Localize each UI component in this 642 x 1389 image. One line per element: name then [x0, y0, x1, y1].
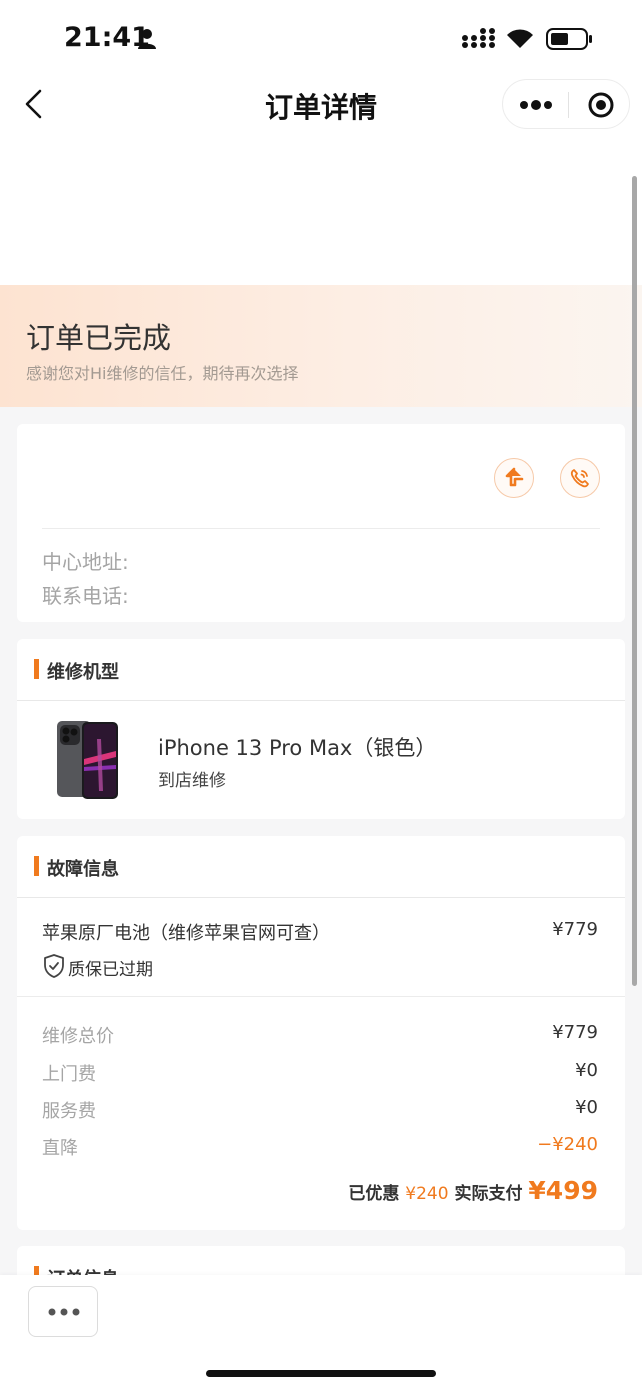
discount-label: 已优惠: [348, 1184, 400, 1204]
section-accent-bar: [34, 856, 39, 876]
fee-label-discount: 直降: [42, 1138, 78, 1159]
fault-divider: [17, 996, 625, 997]
blank-area: [0, 148, 642, 285]
store-card: 中心地址: 联系电话:: [17, 424, 625, 622]
battery-icon: [546, 28, 592, 50]
section-accent-bar: [34, 659, 39, 679]
call-button[interactable]: [560, 458, 600, 498]
wifi-icon: [507, 29, 533, 48]
fault-item-name: 苹果原厂电池（维修苹果官网可查）: [42, 923, 330, 944]
section-header: 故障信息: [17, 836, 625, 898]
capsule-divider: [568, 92, 569, 118]
fee-label-service: 服务费: [42, 1101, 96, 1122]
fault-card: 故障信息 苹果原厂电池（维修苹果官网可查） ¥779 质保已过期 维修总价 ¥7…: [17, 836, 625, 1230]
phone-icon: [570, 469, 589, 488]
shield-icon: [44, 954, 64, 978]
nav-bar: 订单详情: [0, 76, 642, 148]
fee-value-service: ¥0: [575, 1097, 598, 1118]
section-title-model: 维修机型: [47, 662, 119, 683]
order-status-subtitle: 感谢您对Hi维修的信任，期待再次选择: [26, 364, 299, 383]
fee-value-discount: −¥240: [537, 1134, 598, 1155]
store-divider: [42, 528, 600, 529]
more-actions-button[interactable]: [28, 1286, 98, 1337]
scrollbar[interactable]: [632, 176, 637, 986]
service-type: 到店维修: [158, 771, 226, 791]
fee-label-total: 维修总价: [42, 1026, 114, 1047]
payment-summary: 已优惠 ¥240 实际支付 ¥499: [348, 1176, 598, 1205]
store-address-label: 中心地址:: [42, 550, 129, 574]
discount-value: ¥240: [405, 1184, 449, 1204]
mini-program-capsule: [502, 79, 630, 129]
fee-label-visit: 上门费: [42, 1064, 96, 1085]
more-icon[interactable]: [519, 95, 553, 115]
bottom-bar: [0, 1275, 642, 1389]
model-name: iPhone 13 Pro Max（银色）: [158, 736, 437, 760]
person-icon: [138, 29, 156, 49]
phone-image: [57, 721, 118, 799]
section-title-fault: 故障信息: [47, 859, 119, 880]
paid-label: 实际支付: [454, 1184, 523, 1204]
target-icon[interactable]: [587, 91, 615, 119]
navigate-icon: [505, 467, 524, 487]
order-status-banner: 订单已完成 感谢您对Hi维修的信任，期待再次选择: [0, 285, 642, 407]
home-indicator: [206, 1370, 436, 1377]
model-card: 维修机型 iPhone 13 Pro Max（银色） 到店维修: [17, 639, 625, 819]
warranty-status: 质保已过期: [68, 960, 153, 980]
order-status-title: 订单已完成: [26, 321, 172, 355]
paid-value: ¥499: [528, 1176, 598, 1205]
dots-icon: [48, 1308, 80, 1316]
store-phone-label: 联系电话:: [42, 584, 129, 608]
section-header: 维修机型: [17, 639, 625, 701]
fee-value-visit: ¥0: [575, 1060, 598, 1081]
fault-item-price: ¥779: [552, 919, 598, 940]
fee-value-total: ¥779: [552, 1022, 598, 1043]
navigate-button[interactable]: [494, 458, 534, 498]
status-bar: 21:41: [0, 0, 642, 76]
signal-icon: [462, 28, 495, 48]
